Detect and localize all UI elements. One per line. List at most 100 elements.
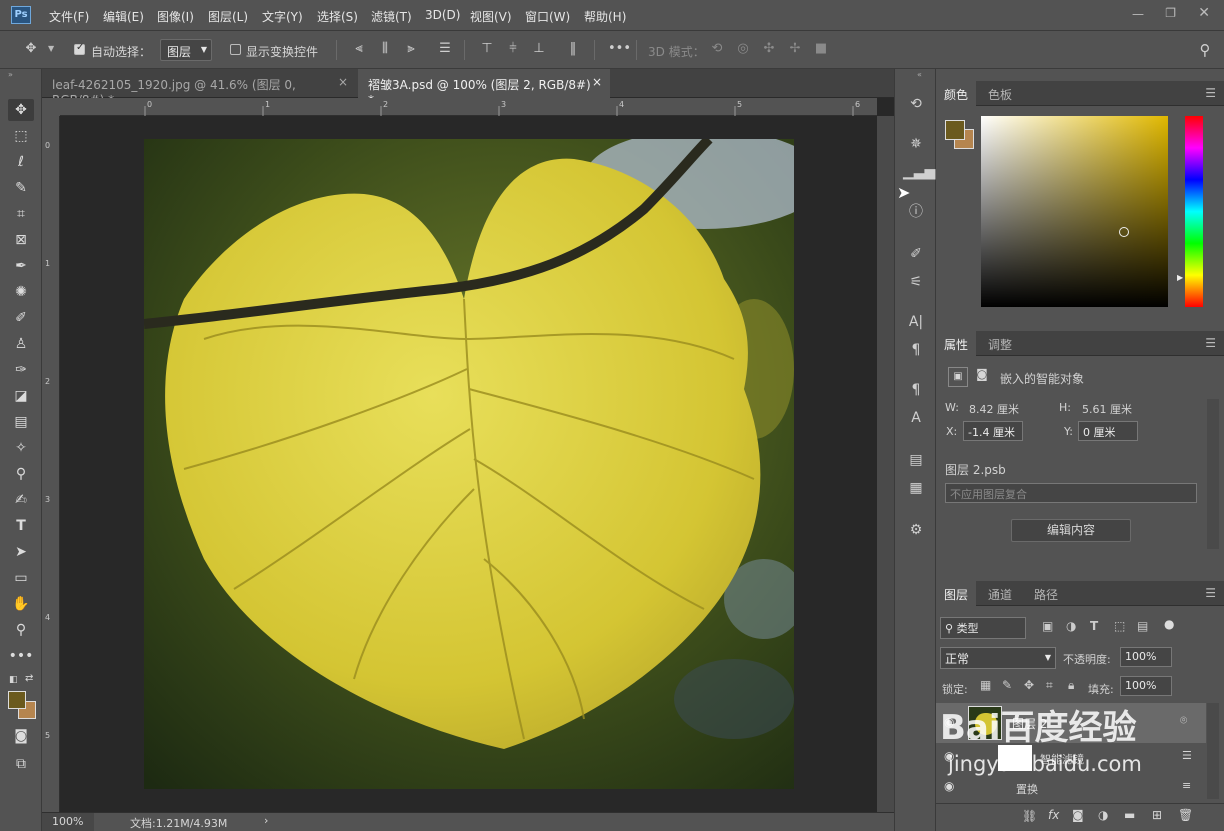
adjustment-layer-icon[interactable]: ◑ <box>1098 808 1108 822</box>
menu-edit[interactable]: 编辑(E) <box>103 8 144 25</box>
paragraph-styles-icon[interactable]: ¶ <box>903 377 929 403</box>
horizontal-ruler[interactable]: 0 1 2 3 4 5 6 <box>60 98 877 116</box>
vertical-ruler[interactable]: 0 1 2 3 4 5 <box>42 116 60 812</box>
menu-file[interactable]: 文件(F) <box>49 8 89 25</box>
layer-style-icon[interactable]: fx <box>1048 808 1059 822</box>
link-layers-icon[interactable]: ⛓ <box>1022 809 1037 823</box>
align-bottom-icon[interactable]: ⊥ <box>530 41 548 59</box>
menu-view[interactable]: 视图(V) <box>470 8 512 25</box>
brush-settings-icon[interactable]: ✐ <box>903 241 929 267</box>
eyedropper-tool-icon[interactable]: ✒ <box>8 255 34 277</box>
new-group-icon[interactable]: ▬ <box>1124 808 1135 822</box>
marquee-tool-icon[interactable]: ⬚ <box>8 125 34 147</box>
menu-image[interactable]: 图像(I) <box>157 8 194 25</box>
quick-select-tool-icon[interactable]: ✎ <box>8 177 34 199</box>
menu-help[interactable]: 帮助(H) <box>584 8 626 25</box>
filter-mask-thumbnail[interactable] <box>998 745 1032 771</box>
status-arrow-icon[interactable]: › <box>264 814 268 827</box>
y-input[interactable]: 0 厘米 <box>1078 421 1138 441</box>
auto-select-checkbox[interactable]: ✓ <box>74 42 85 55</box>
tab-channels[interactable]: 通道 <box>980 581 1020 606</box>
swap-colors-icon[interactable]: ⇄ <box>25 673 33 684</box>
pan-3d-icon[interactable]: ✣ <box>760 41 778 59</box>
add-mask-icon[interactable]: ◙ <box>1072 808 1084 822</box>
libraries-panel-icon[interactable]: ⚙ <box>903 517 929 543</box>
align-top-icon[interactable]: ⊤ <box>478 41 496 59</box>
menu-select[interactable]: 选择(S) <box>317 8 358 25</box>
tab-wrinkle-document[interactable]: 褶皱3A.psd @ 100% (图层 2, RGB/8#) * × <box>358 69 610 107</box>
close-tab-icon[interactable]: × <box>338 75 348 89</box>
zoom-tool-icon[interactable]: ⚲ <box>8 619 34 641</box>
layer-name[interactable]: 图层 2 <box>1012 715 1047 732</box>
move-tool-icon[interactable]: ✥ <box>22 41 40 59</box>
screen-mode-icon[interactable]: ⧉ <box>8 753 34 775</box>
histogram-panel-icon[interactable]: ▁▃▅ <box>903 159 935 185</box>
roll-3d-icon[interactable]: ◎ <box>734 41 752 59</box>
tab-adjustments[interactable]: 调整 <box>980 331 1020 356</box>
character-panel-icon[interactable]: A| <box>903 309 929 335</box>
eraser-tool-icon[interactable]: ◪ <box>8 385 34 407</box>
info-panel-icon[interactable]: ⓘ <box>903 199 929 225</box>
menu-window[interactable]: 窗口(W) <box>525 8 570 25</box>
type-tool-icon[interactable]: T <box>8 515 34 537</box>
edit-contents-button[interactable]: 编辑内容 <box>1011 519 1131 542</box>
move-tool-icon[interactable]: ✥ <box>8 99 34 121</box>
maximize-icon[interactable]: ❐ <box>1165 6 1176 20</box>
healing-tool-icon[interactable]: ✺ <box>8 281 34 303</box>
brushes-panel-icon[interactable]: ⚟ <box>903 269 929 295</box>
menu-filter[interactable]: 滤镜(T) <box>371 8 412 25</box>
zoom-level[interactable]: 100% <box>42 813 94 831</box>
pen-tool-icon[interactable]: ✍ <box>8 489 34 511</box>
filter-shape-icon[interactable]: ⬚ <box>1114 619 1125 633</box>
hue-marker-icon[interactable]: ▶ <box>1177 273 1183 282</box>
filter-smart-icon[interactable]: ▤ <box>1137 619 1148 633</box>
properties-panel-icon[interactable]: ▤ <box>903 447 929 473</box>
vertical-scrollbar[interactable] <box>877 116 894 812</box>
mask-icon[interactable]: ◙ <box>972 367 992 387</box>
lock-position-icon[interactable]: ✥ <box>1024 678 1034 692</box>
panel-menu-icon[interactable]: ☰ <box>1205 586 1216 600</box>
filter-options-icon[interactable]: ☰ <box>1182 749 1192 762</box>
brush-tool-icon[interactable]: ✐ <box>8 307 34 329</box>
smart-filter-row[interactable]: ◉ 智能滤镜 ☰ <box>936 743 1206 771</box>
lock-transparent-icon[interactable]: ▦ <box>980 678 991 692</box>
default-colors-icon[interactable]: ◧ <box>9 675 18 685</box>
lock-artboard-icon[interactable]: ⌗ <box>1046 678 1053 693</box>
frame-tool-icon[interactable]: ⊠ <box>8 229 34 251</box>
search-icon[interactable]: ⚲ <box>1196 41 1214 59</box>
visibility-eye-icon[interactable]: ◉ <box>944 779 954 793</box>
filter-type-icon[interactable]: T <box>1090 619 1098 633</box>
blur-tool-icon[interactable]: ✧ <box>8 437 34 459</box>
opacity-input[interactable]: 100% <box>1120 647 1172 667</box>
show-transform-checkbox[interactable] <box>230 44 241 55</box>
panel-menu-icon[interactable]: ☰ <box>1205 336 1216 350</box>
more-tools-icon[interactable]: ••• <box>8 645 34 667</box>
close-tab-icon[interactable]: × <box>592 75 602 89</box>
navigator-panel-icon[interactable]: ✵ <box>903 131 929 157</box>
camera-3d-icon[interactable]: ■ <box>812 41 830 59</box>
tab-leaf-document[interactable]: leaf-4262105_1920.jpg @ 41.6% (图层 0, RGB… <box>42 69 356 107</box>
color-field[interactable] <box>981 116 1168 307</box>
history-panel-icon[interactable]: ⟲ <box>903 91 929 117</box>
slide-3d-icon[interactable]: ✢ <box>786 41 804 59</box>
layer-filter-dropdown[interactable]: ⚲ 类型 <box>940 617 1026 639</box>
layer-row-selected[interactable]: ◉ 图层 2 ⌾ <box>936 703 1206 743</box>
align-right-icon[interactable]: ⫸ <box>402 41 420 59</box>
fill-input[interactable]: 100% <box>1120 676 1172 696</box>
orbit-3d-icon[interactable]: ⟲ <box>708 41 726 59</box>
path-select-tool-icon[interactable]: ➤ <box>8 541 34 563</box>
collapse-icon[interactable]: » <box>8 70 13 79</box>
x-input[interactable]: -1.4 厘米 <box>963 421 1023 441</box>
displace-filter-row[interactable]: ◉ 置换 ≡ <box>936 775 1206 799</box>
tab-color[interactable]: 颜色 <box>936 81 977 106</box>
delete-layer-icon[interactable]: 🗑︎ <box>1178 808 1193 822</box>
tab-layers[interactable]: 图层 <box>936 581 977 606</box>
filter-pixel-icon[interactable]: ▣ <box>1042 619 1053 633</box>
filter-adjustment-icon[interactable]: ◑ <box>1066 619 1076 633</box>
properties-scrollbar[interactable] <box>1207 399 1219 549</box>
align-left-icon[interactable]: ⫷ <box>350 41 368 59</box>
panel-menu-icon[interactable]: ☰ <box>1205 86 1216 100</box>
auto-select-dropdown[interactable]: 图层 ▼ <box>160 39 212 61</box>
blend-mode-dropdown[interactable]: 正常 ▼ <box>940 647 1056 669</box>
tab-swatches[interactable]: 色板 <box>980 81 1020 106</box>
